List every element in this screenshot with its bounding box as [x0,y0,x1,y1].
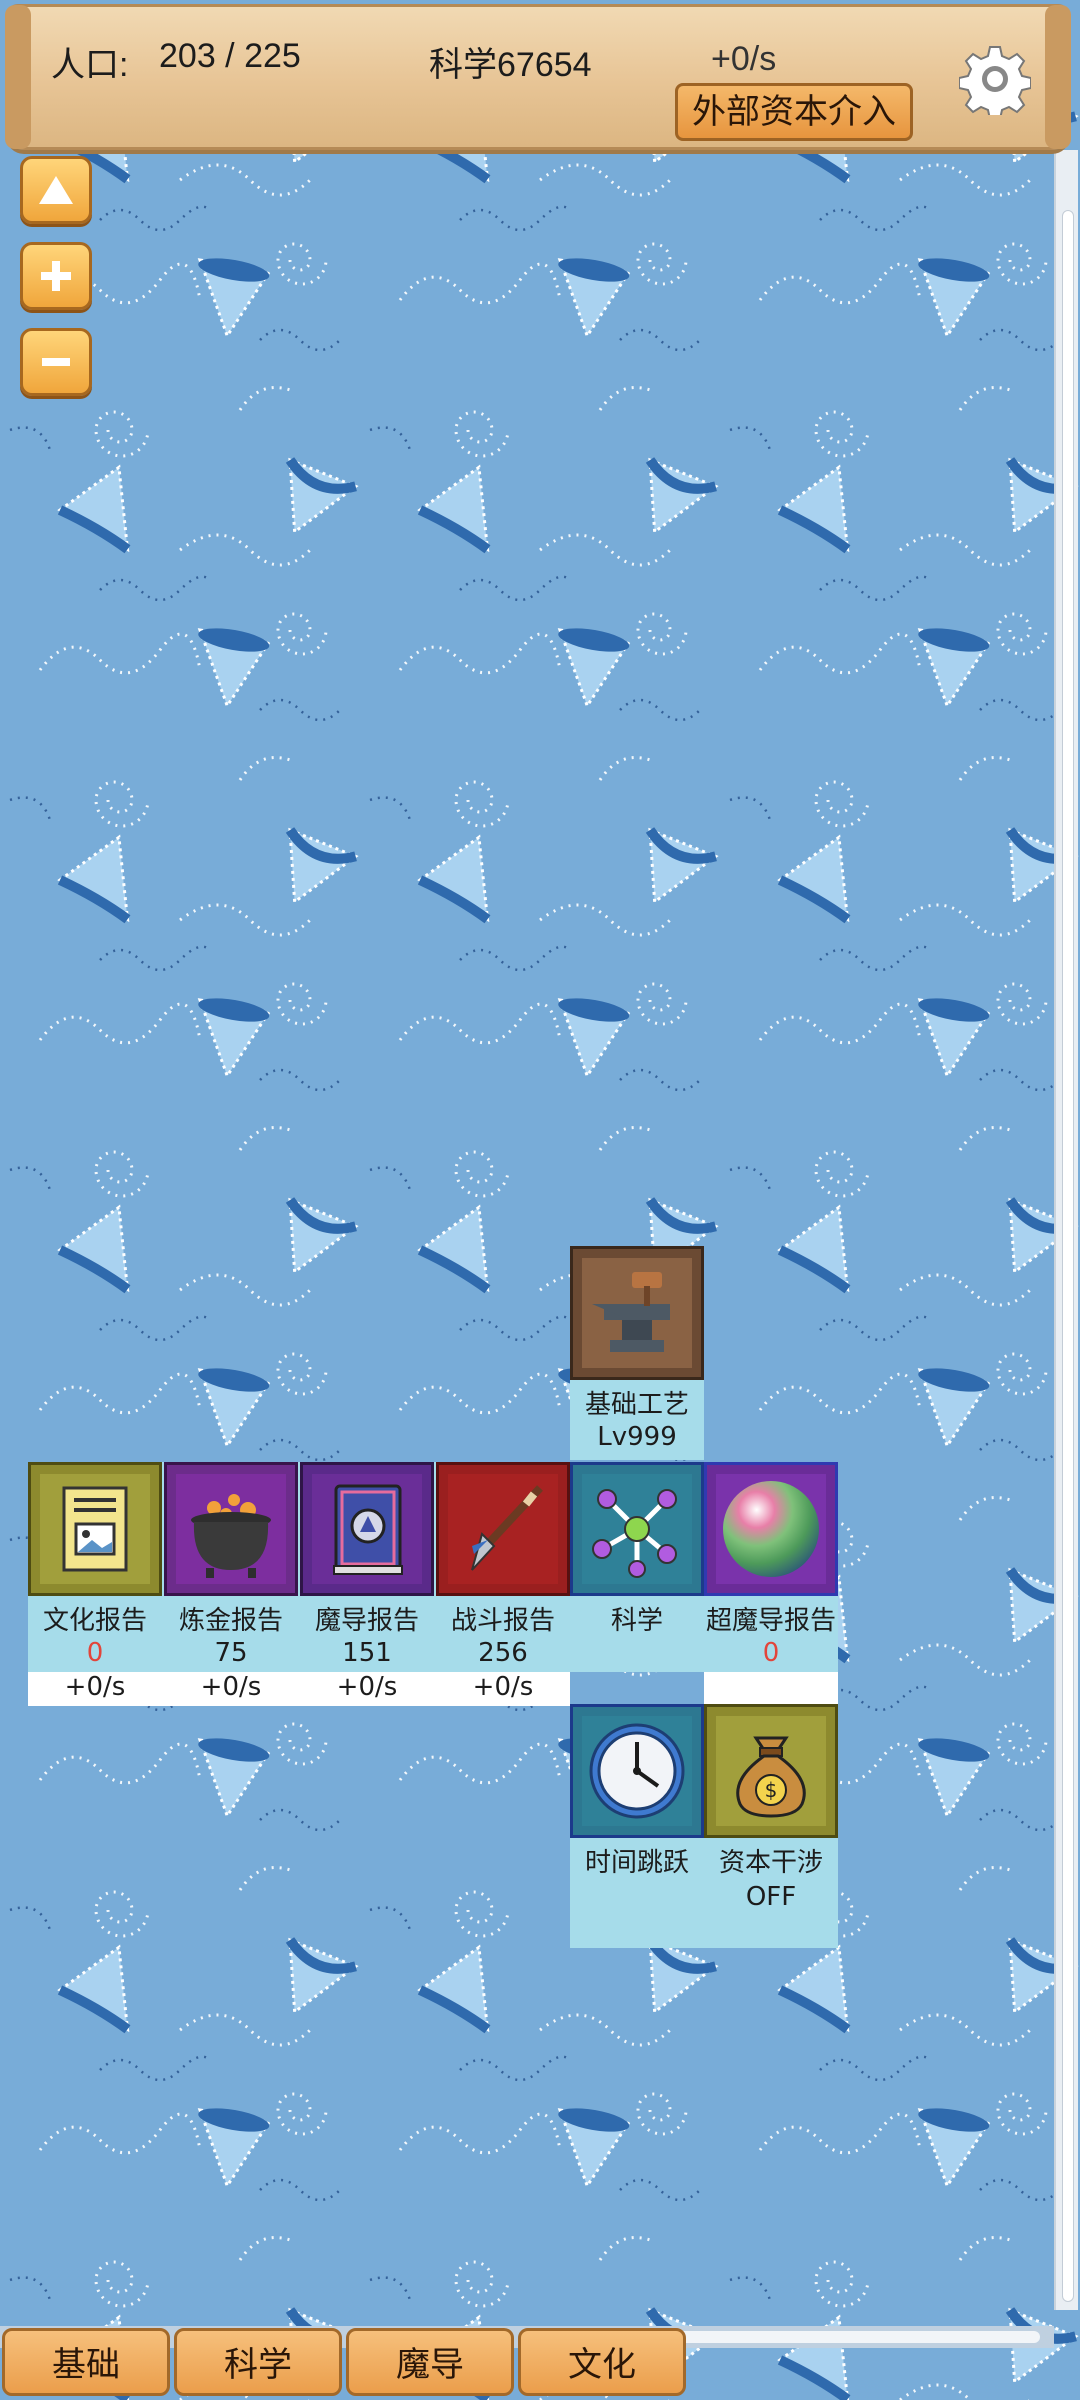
magic-report-rate: +0/s [336,1672,398,1702]
science-rate: +0/s [711,40,777,78]
culture-report-value: 0 [86,1638,104,1668]
spellbook-icon [312,1474,422,1584]
population-label: 人口: [51,46,129,84]
basic-craft-level: Lv999 [597,1422,677,1452]
money-bag-icon: $ [716,1716,826,1826]
vertical-scroll-thumb[interactable] [1062,210,1074,2302]
molecule-icon [582,1474,692,1584]
super-magic-rate-strip [704,1672,838,1706]
capital-intervention-node[interactable]: $ [704,1704,838,1838]
super-magic-report-value: 0 [762,1638,780,1668]
tab-basic[interactable]: 基础 [2,2328,170,2396]
cauldron-icon [176,1474,286,1584]
alchemy-report-name: 炼金报告 [178,1606,283,1636]
triangle-up-icon [39,176,73,204]
scroll-left-curl [5,5,31,149]
svg-text:$: $ [765,1778,778,1802]
alchemy-report-rate: +0/s [200,1672,262,1702]
gear-icon[interactable] [959,43,1031,115]
spear-icon [448,1474,558,1584]
magic-report-name: 魔导报告 [314,1606,419,1636]
external-capital-button[interactable]: 外部资本介入 [675,83,913,141]
time-jump-node[interactable] [570,1704,704,1838]
basic-craft-name: 基础工艺 [584,1390,689,1420]
tab-magic[interactable]: 魔导 [346,2328,514,2396]
alchemy-report-node[interactable] [164,1462,298,1596]
magic-report-node[interactable] [300,1462,434,1596]
orb-icon [716,1474,826,1584]
vertical-scrollbar[interactable] [1054,150,1078,2310]
battle-report-name: 战斗报告 [450,1606,555,1636]
science-name: 科学 [610,1606,663,1636]
culture-report-node[interactable] [28,1462,162,1596]
scroll-up-button[interactable] [20,156,92,224]
clock-icon [582,1716,692,1826]
alchemy-report-value: 75 [214,1638,248,1668]
tab-culture[interactable]: 文化 [518,2328,686,2396]
capital-intervention-name: 资本干涉 [718,1848,823,1878]
plus-icon [41,261,71,291]
super-magic-report-name: 超魔导报告 [705,1606,836,1636]
basic-craft-node[interactable] [570,1246,704,1380]
super-magic-report-node[interactable] [704,1462,838,1596]
party-hat-pattern-background [0,0,1080,2400]
battle-report-rate: +0/s [472,1672,534,1702]
culture-report-name: 文化报告 [42,1606,147,1636]
tab-science[interactable]: 科学 [174,2328,342,2396]
capital-intervention-state: OFF [745,1882,797,1912]
scroll-right-curl [1045,5,1071,149]
battle-report-node[interactable] [436,1462,570,1596]
anvil-icon [582,1258,692,1368]
top-resource-bar: 人口: 203 / 225 科学67654 +0/s 外部资本介入 [5,4,1071,150]
science-amount: 科学67654 [429,46,592,84]
battle-report-value: 256 [478,1638,528,1668]
science-node[interactable] [570,1462,704,1596]
picture-card-icon [40,1474,150,1584]
horizontal-scroll-thumb[interactable] [640,2331,1040,2343]
zoom-out-button[interactable] [20,328,92,396]
minus-icon [42,358,70,366]
magic-report-value: 151 [342,1638,392,1668]
zoom-in-button[interactable] [20,242,92,310]
time-jump-name: 时间跳跃 [584,1848,689,1878]
population-value: 203 / 225 [159,37,301,75]
culture-report-rate: +0/s [64,1672,126,1702]
